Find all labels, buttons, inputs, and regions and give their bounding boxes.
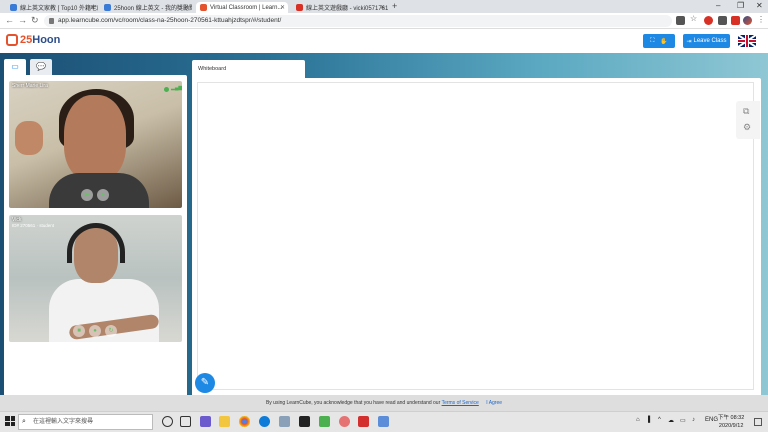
video-camera-icon: ▭ xyxy=(11,62,19,71)
new-tab-button[interactable]: + xyxy=(392,1,397,11)
site-favicon-icon xyxy=(104,4,111,11)
app-header: 25 Hoon ⛶ ✋ ⇥ Leave Class xyxy=(0,29,768,53)
app-icon[interactable] xyxy=(339,416,350,427)
logo-mark-icon xyxy=(6,34,18,46)
leave-class-button[interactable]: ⇥ Leave Class xyxy=(683,34,730,48)
site-favicon-icon xyxy=(200,4,207,11)
line-icon[interactable] xyxy=(319,416,330,427)
app-icon[interactable] xyxy=(299,416,310,427)
gear-icon[interactable]: ⚙ xyxy=(743,122,751,133)
app-icon[interactable] xyxy=(279,416,290,427)
25hoon-logo: 25 Hoon xyxy=(6,34,60,46)
tab-title: 25hoon 線上英文 - 我的獎勵點... xyxy=(114,6,192,12)
fullscreen-icon[interactable]: ⛶ xyxy=(650,38,654,45)
site-favicon-icon xyxy=(10,4,17,11)
exit-icon: ⇥ xyxy=(686,38,692,45)
cortana-icon[interactable] xyxy=(162,416,173,427)
participant-subtitle: ID# 270561 · student xyxy=(12,223,55,228)
tab-chat[interactable]: 💬 xyxy=(30,59,52,75)
tab-title: 線上英文遊戲廳 - vicki0571761... xyxy=(306,6,388,12)
browser-tab[interactable]: 線上英文家教 [ Top10 外籍老師... ✕ xyxy=(6,2,98,13)
microphone-icon[interactable]: ▌ xyxy=(648,417,652,423)
angular-icon[interactable] xyxy=(358,416,369,427)
pencil-tool-button[interactable]: ✎ xyxy=(195,373,215,393)
uk-flag-icon[interactable] xyxy=(738,35,756,47)
reload-icon[interactable]: ↻ xyxy=(31,15,39,26)
microphone-icon[interactable]: ● xyxy=(97,189,109,201)
maximize-icon[interactable]: ❐ xyxy=(737,1,744,10)
tab-video[interactable]: ▭ xyxy=(4,59,26,75)
close-tab-icon[interactable]: ✕ xyxy=(90,4,95,11)
app-icon[interactable] xyxy=(378,416,389,427)
system-clock[interactable]: 下午 08:32 2020/9/12 xyxy=(718,414,744,430)
star-icon[interactable]: ☆ xyxy=(690,14,699,23)
signal-bars-icon: ▂▄▆ xyxy=(171,85,182,91)
forward-arrow-icon[interactable]: → xyxy=(18,15,27,25)
extension-icon[interactable] xyxy=(731,16,740,25)
address-bar[interactable]: app.learncube.com/vc/room/class-na-25hoo… xyxy=(44,15,672,27)
app-icon[interactable] xyxy=(200,416,211,427)
pencil-icon: ✎ xyxy=(200,377,210,388)
chat-bubbles-icon: 💬 xyxy=(36,62,46,71)
file-explorer-icon[interactable] xyxy=(219,416,230,427)
tab-title: Virtual Classroom | Learn... xyxy=(210,4,283,11)
gmail-icon xyxy=(296,4,303,11)
participant-name: Sherr Marie Lira xyxy=(12,83,48,89)
back-arrow-icon[interactable]: ← xyxy=(5,15,14,25)
extension-icon[interactable] xyxy=(704,16,713,25)
student-video: Vick ID# 270561 · student ■ ● ↻ xyxy=(9,215,182,342)
lock-icon xyxy=(49,18,54,24)
onedrive-icon[interactable]: ☁ xyxy=(668,417,674,424)
close-tab-icon[interactable]: ✕ xyxy=(184,4,189,11)
refresh-icon[interactable]: ↻ xyxy=(105,325,117,337)
browser-tab-strip: 線上英文家教 [ Top10 外籍老師... ✕ 25hoon 線上英文 - 我… xyxy=(0,0,768,13)
windows-start-icon[interactable] xyxy=(5,416,15,426)
agree-button[interactable]: I Agree xyxy=(486,400,502,406)
profile-avatar[interactable] xyxy=(743,16,752,25)
minimize-icon[interactable]: – xyxy=(716,1,720,10)
terms-link[interactable]: Terms of Service xyxy=(442,400,479,406)
whiteboard-side-tools: ⧉ ⚙ xyxy=(736,101,760,139)
classroom-stage: ▭ 💬 Sherr Marie Lira ▂▄▆ ▶ ● Vick ID# 27… xyxy=(0,53,768,395)
volume-icon[interactable]: ♪ xyxy=(692,417,695,423)
close-window-icon[interactable]: ✕ xyxy=(756,1,763,10)
browser-toolbar: ← → ↻ app.learncube.com/vc/room/class-na… xyxy=(0,13,768,29)
chevron-up-icon[interactable]: ^ xyxy=(658,417,661,423)
input-language[interactable]: ENG xyxy=(705,417,718,423)
url-text: app.learncube.com/vc/room/class-na-25hoo… xyxy=(58,17,282,24)
browser-tab[interactable]: 線上英文遊戲廳 - vicki0571761... ✕ xyxy=(292,2,388,13)
network-icon[interactable]: ▭ xyxy=(680,417,686,424)
close-tab-icon[interactable]: ✕ xyxy=(380,4,385,11)
tab-title: 線上英文家教 [ Top10 外籍老師... xyxy=(20,6,98,12)
browser-tab[interactable]: 25hoon 線上英文 - 我的獎勵點... ✕ xyxy=(100,2,192,13)
notification-icon[interactable] xyxy=(754,418,762,426)
whiteboard-canvas[interactable] xyxy=(197,82,754,390)
chrome-icon[interactable] xyxy=(239,416,250,427)
microphone-icon[interactable]: ● xyxy=(89,325,101,337)
copy-icon[interactable]: ⧉ xyxy=(743,106,749,117)
close-tab-icon[interactable]: ✕ xyxy=(280,4,285,11)
task-view-icon[interactable] xyxy=(180,416,191,427)
windows-taskbar: ⌕ 在這裡輸入文字來搜尋 ⌂ ▌ ^ ☁ ▭ ♪ ENG 下午 08:32 20… xyxy=(0,411,768,432)
people-icon[interactable]: ⌂ xyxy=(636,417,640,423)
video-panel: Sherr Marie Lira ▂▄▆ ▶ ● Vick ID# 270561… xyxy=(4,75,187,395)
tab-whiteboard[interactable]: Whiteboard xyxy=(192,60,305,78)
edge-icon[interactable] xyxy=(259,416,270,427)
taskbar-search-input[interactable]: ⌕ 在這裡輸入文字來搜尋 xyxy=(18,414,153,430)
camera-toggle-icon[interactable]: ■ xyxy=(73,325,85,337)
puzzle-icon[interactable] xyxy=(718,16,727,25)
teacher-video: Sherr Marie Lira ▂▄▆ ▶ ● xyxy=(9,81,182,208)
raise-hand-icon[interactable]: ✋ xyxy=(660,38,667,45)
browser-tab-active[interactable]: Virtual Classroom | Learn... ✕ xyxy=(196,2,288,13)
fullscreen-hand-toolbar: ⛶ ✋ xyxy=(643,34,675,48)
search-icon: ⌕ xyxy=(22,418,26,425)
menu-dots-icon[interactable]: ⋮ xyxy=(757,15,765,24)
camera-icon[interactable] xyxy=(676,16,685,25)
camera-toggle-icon[interactable]: ▶ xyxy=(81,189,93,201)
whiteboard-panel xyxy=(192,78,761,395)
cookie-banner: By using LearnCube, you acknowledge that… xyxy=(0,395,768,411)
connection-status-icon xyxy=(164,87,169,92)
